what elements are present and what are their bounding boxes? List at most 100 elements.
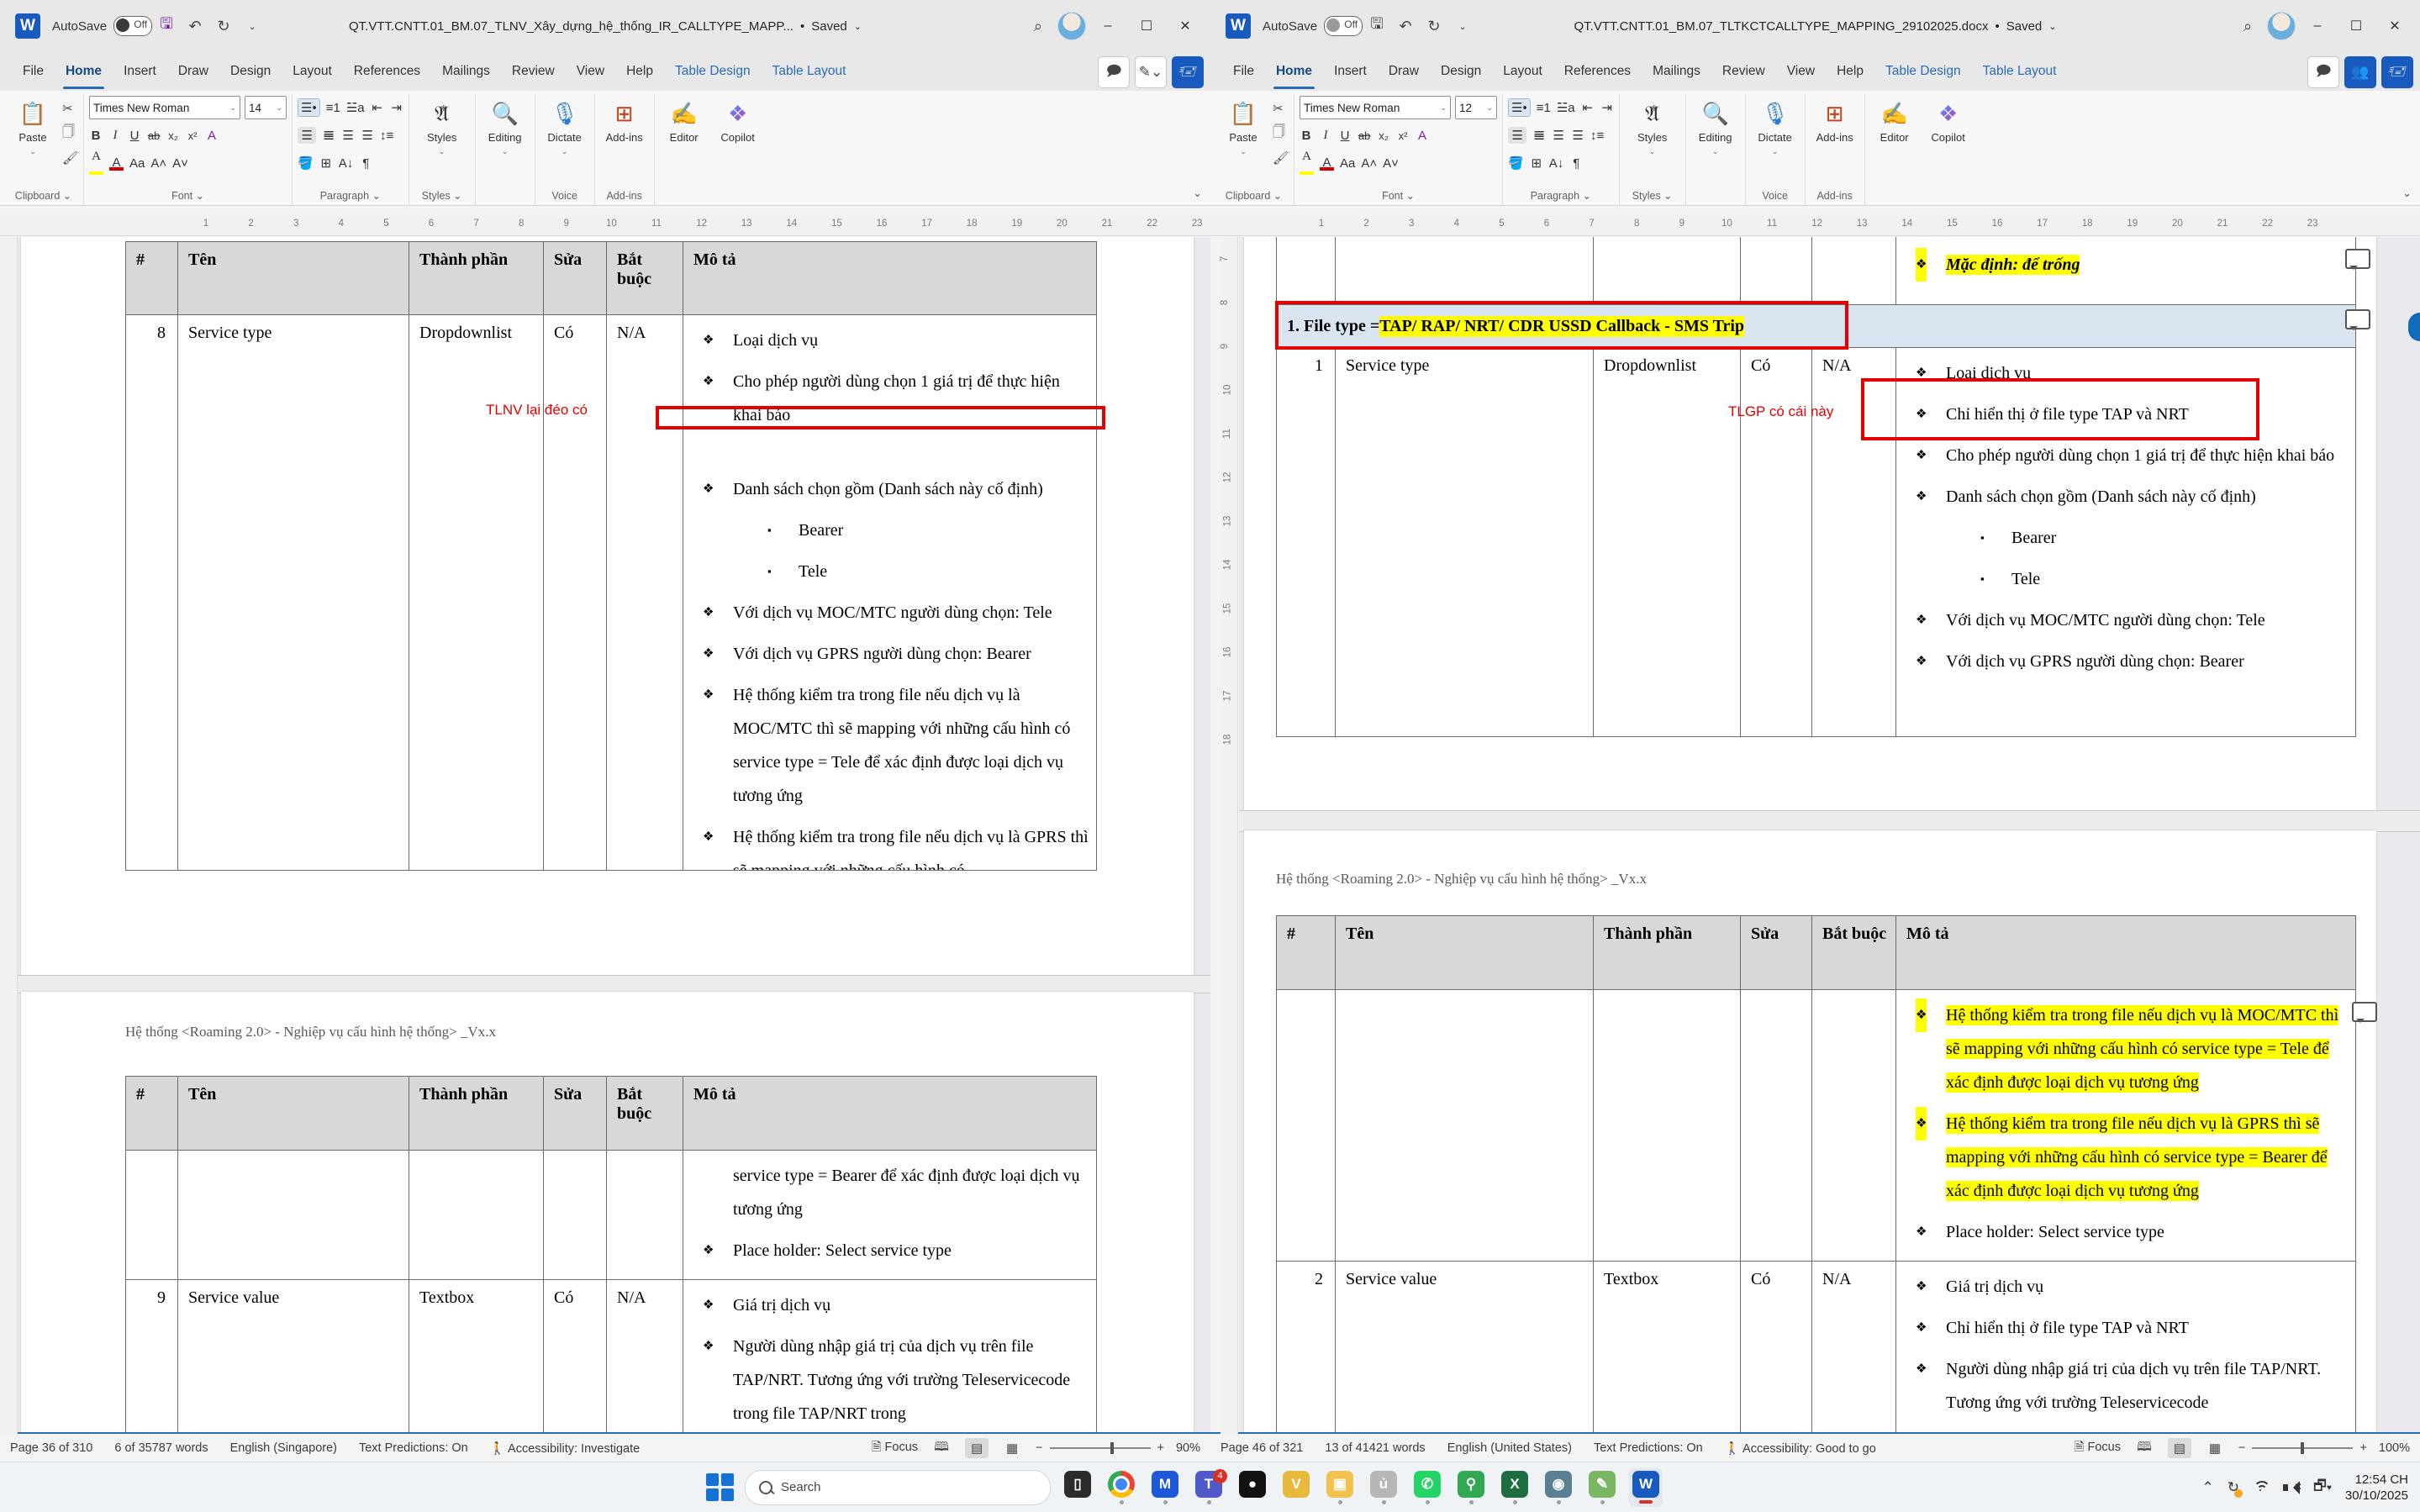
- cut-icon[interactable]: ✂: [62, 101, 78, 116]
- shading-icon[interactable]: 🪣: [1508, 155, 1524, 171]
- volume-muted-icon[interactable]: ✕: [2283, 1481, 2300, 1494]
- highlight-color-icon[interactable]: A: [89, 149, 103, 178]
- battery-saver-icon[interactable]: 🗗♥: [2313, 1475, 2332, 1499]
- comments-icon[interactable]: 🗩: [1098, 56, 1130, 88]
- copilot-button[interactable]: ❖Copilot: [1924, 96, 1973, 144]
- tab-insert[interactable]: Insert: [113, 52, 167, 91]
- save-icon[interactable]: 🖫: [154, 13, 179, 39]
- close-button[interactable]: ✕: [1168, 12, 1202, 40]
- shading-icon[interactable]: 🪣: [298, 155, 314, 171]
- maximize-button[interactable]: ☐: [1130, 12, 1163, 40]
- taskbar-search[interactable]: Search: [745, 1470, 1051, 1505]
- highlight-color-icon[interactable]: A: [1300, 149, 1314, 178]
- autosave-switch[interactable]: Off: [113, 16, 152, 36]
- multilevel-icon[interactable]: ☱a: [346, 100, 365, 115]
- subscript-icon[interactable]: x₂: [166, 129, 180, 142]
- tab-layout[interactable]: Layout: [1492, 52, 1553, 91]
- search-icon[interactable]: ⌕: [1025, 13, 1051, 39]
- superscript-icon[interactable]: x²: [1396, 129, 1410, 142]
- increase-indent-icon[interactable]: ⇥: [390, 100, 403, 115]
- share-button[interactable]: 🖅: [1172, 56, 1204, 88]
- redo-icon[interactable]: ↻: [1421, 13, 1447, 39]
- align-center-icon[interactable]: 𝌆: [1532, 128, 1546, 143]
- underline-icon[interactable]: U: [128, 129, 141, 143]
- autosave-toggle[interactable]: AutoSave Off: [1263, 16, 1363, 36]
- addins-button[interactable]: ⊞Add-ins: [600, 96, 649, 144]
- sort-icon[interactable]: A↓: [339, 156, 354, 171]
- tab-home[interactable]: Home: [1265, 52, 1323, 91]
- focus-button[interactable]: 🗎 Focus: [872, 1438, 918, 1459]
- tab-draw[interactable]: Draw: [167, 52, 219, 91]
- tab-file[interactable]: File: [1222, 52, 1265, 91]
- tab-help[interactable]: Help: [615, 52, 664, 91]
- bold-icon[interactable]: B: [1300, 129, 1313, 143]
- copilot-button[interactable]: ❖Copilot: [714, 96, 762, 144]
- grow-font-icon[interactable]: A˄: [1361, 156, 1377, 171]
- focus-button[interactable]: 🗎 Focus: [2075, 1438, 2121, 1459]
- sort-icon[interactable]: A↓: [1549, 156, 1564, 171]
- word-count[interactable]: 13 of 41421 words: [1325, 1441, 1425, 1455]
- zoom-level[interactable]: 90%: [1176, 1441, 1200, 1455]
- addins-button[interactable]: ⊞Add-ins: [1811, 96, 1859, 144]
- italic-icon[interactable]: I: [1319, 129, 1332, 143]
- saved-status[interactable]: Saved: [2006, 19, 2043, 34]
- language[interactable]: English (Singapore): [230, 1441, 337, 1455]
- comments-icon[interactable]: 🗩: [2307, 56, 2339, 88]
- grow-font-icon[interactable]: A˄: [150, 156, 166, 171]
- copy-icon[interactable]: 🗍: [62, 123, 78, 144]
- dictate-button[interactable]: 🎙Dictate⌄: [540, 96, 589, 156]
- search-icon[interactable]: ⌕: [2235, 13, 2260, 39]
- italic-icon[interactable]: I: [108, 129, 122, 143]
- align-right-icon[interactable]: ☰: [341, 128, 355, 143]
- change-case-icon[interactable]: Aa: [129, 156, 145, 171]
- vertical-ruler-right[interactable]: 789101112131415161718: [1221, 237, 1238, 1436]
- undo-icon[interactable]: ↶: [1393, 13, 1418, 39]
- taskbar-icon-v-app[interactable]: V: [1279, 1468, 1313, 1507]
- accessibility-status[interactable]: 🚶 Accessibility: Investigate: [490, 1441, 640, 1456]
- tab-mailings[interactable]: Mailings: [431, 52, 501, 91]
- taskbar-icon-unikey[interactable]: ủ: [1367, 1468, 1400, 1507]
- catch-up-icon[interactable]: 👥: [2344, 56, 2376, 88]
- taskbar-icon-excel[interactable]: X: [1498, 1468, 1532, 1507]
- editor-button[interactable]: ✍Editor: [1870, 96, 1919, 144]
- tab-table-design[interactable]: Table Design: [664, 52, 762, 91]
- vertical-ruler-left[interactable]: [0, 237, 18, 1436]
- tab-design[interactable]: Design: [219, 52, 282, 91]
- align-right-icon[interactable]: ☰: [1552, 128, 1565, 143]
- cut-icon[interactable]: ✂: [1273, 101, 1289, 116]
- dictate-button[interactable]: 🎙Dictate⌄: [1751, 96, 1800, 156]
- editing-mode-icon[interactable]: ✎⌄: [1135, 56, 1167, 88]
- editing-button[interactable]: 🔍Editing⌄: [481, 96, 530, 156]
- taskbar-icon-planner[interactable]: ⚲: [1454, 1468, 1488, 1507]
- comment-icon[interactable]: [2345, 309, 2370, 329]
- autosave-switch[interactable]: Off: [1324, 16, 1363, 36]
- subscript-icon[interactable]: x₂: [1377, 129, 1390, 142]
- editing-button[interactable]: 🔍Editing⌄: [1691, 96, 1740, 156]
- paste-button[interactable]: 📋Paste⌄: [1219, 96, 1268, 156]
- borders-icon[interactable]: ⊞: [1530, 155, 1543, 171]
- font-size-combo[interactable]: 14⌄: [245, 96, 287, 119]
- taskbar-icon-teams[interactable]: T4: [1192, 1468, 1226, 1507]
- superscript-icon[interactable]: x²: [186, 129, 199, 142]
- tab-view[interactable]: View: [1776, 52, 1826, 91]
- font-name-combo[interactable]: Times New Roman⌄: [89, 96, 240, 119]
- zoom-level[interactable]: 100%: [2379, 1441, 2410, 1455]
- decrease-indent-icon[interactable]: ⇤: [371, 100, 384, 115]
- share-button[interactable]: 🖅: [2381, 56, 2413, 88]
- strikethrough-icon[interactable]: ab: [1358, 129, 1371, 142]
- language[interactable]: English (United States): [1447, 1441, 1572, 1455]
- text-predictions[interactable]: Text Predictions: On: [359, 1441, 468, 1455]
- print-layout-icon[interactable]: ▤: [2168, 1438, 2191, 1458]
- bullets-icon[interactable]: ☰•: [1508, 98, 1531, 117]
- tab-file[interactable]: File: [12, 52, 55, 91]
- change-case-icon[interactable]: Aa: [1340, 156, 1355, 171]
- autosave-toggle[interactable]: AutoSave Off: [52, 16, 152, 36]
- text-predictions[interactable]: Text Predictions: On: [1594, 1441, 1703, 1455]
- underline-icon[interactable]: U: [1338, 129, 1352, 143]
- text-effects-icon[interactable]: A: [205, 129, 219, 143]
- wifi-icon[interactable]: [2253, 1481, 2270, 1494]
- numbering-icon[interactable]: ≡1: [1537, 101, 1551, 115]
- page-indicator[interactable]: Page 46 of 321: [1221, 1441, 1303, 1455]
- numbering-icon[interactable]: ≡1: [326, 101, 340, 115]
- read-mode-icon[interactable]: 🕮: [930, 1438, 953, 1458]
